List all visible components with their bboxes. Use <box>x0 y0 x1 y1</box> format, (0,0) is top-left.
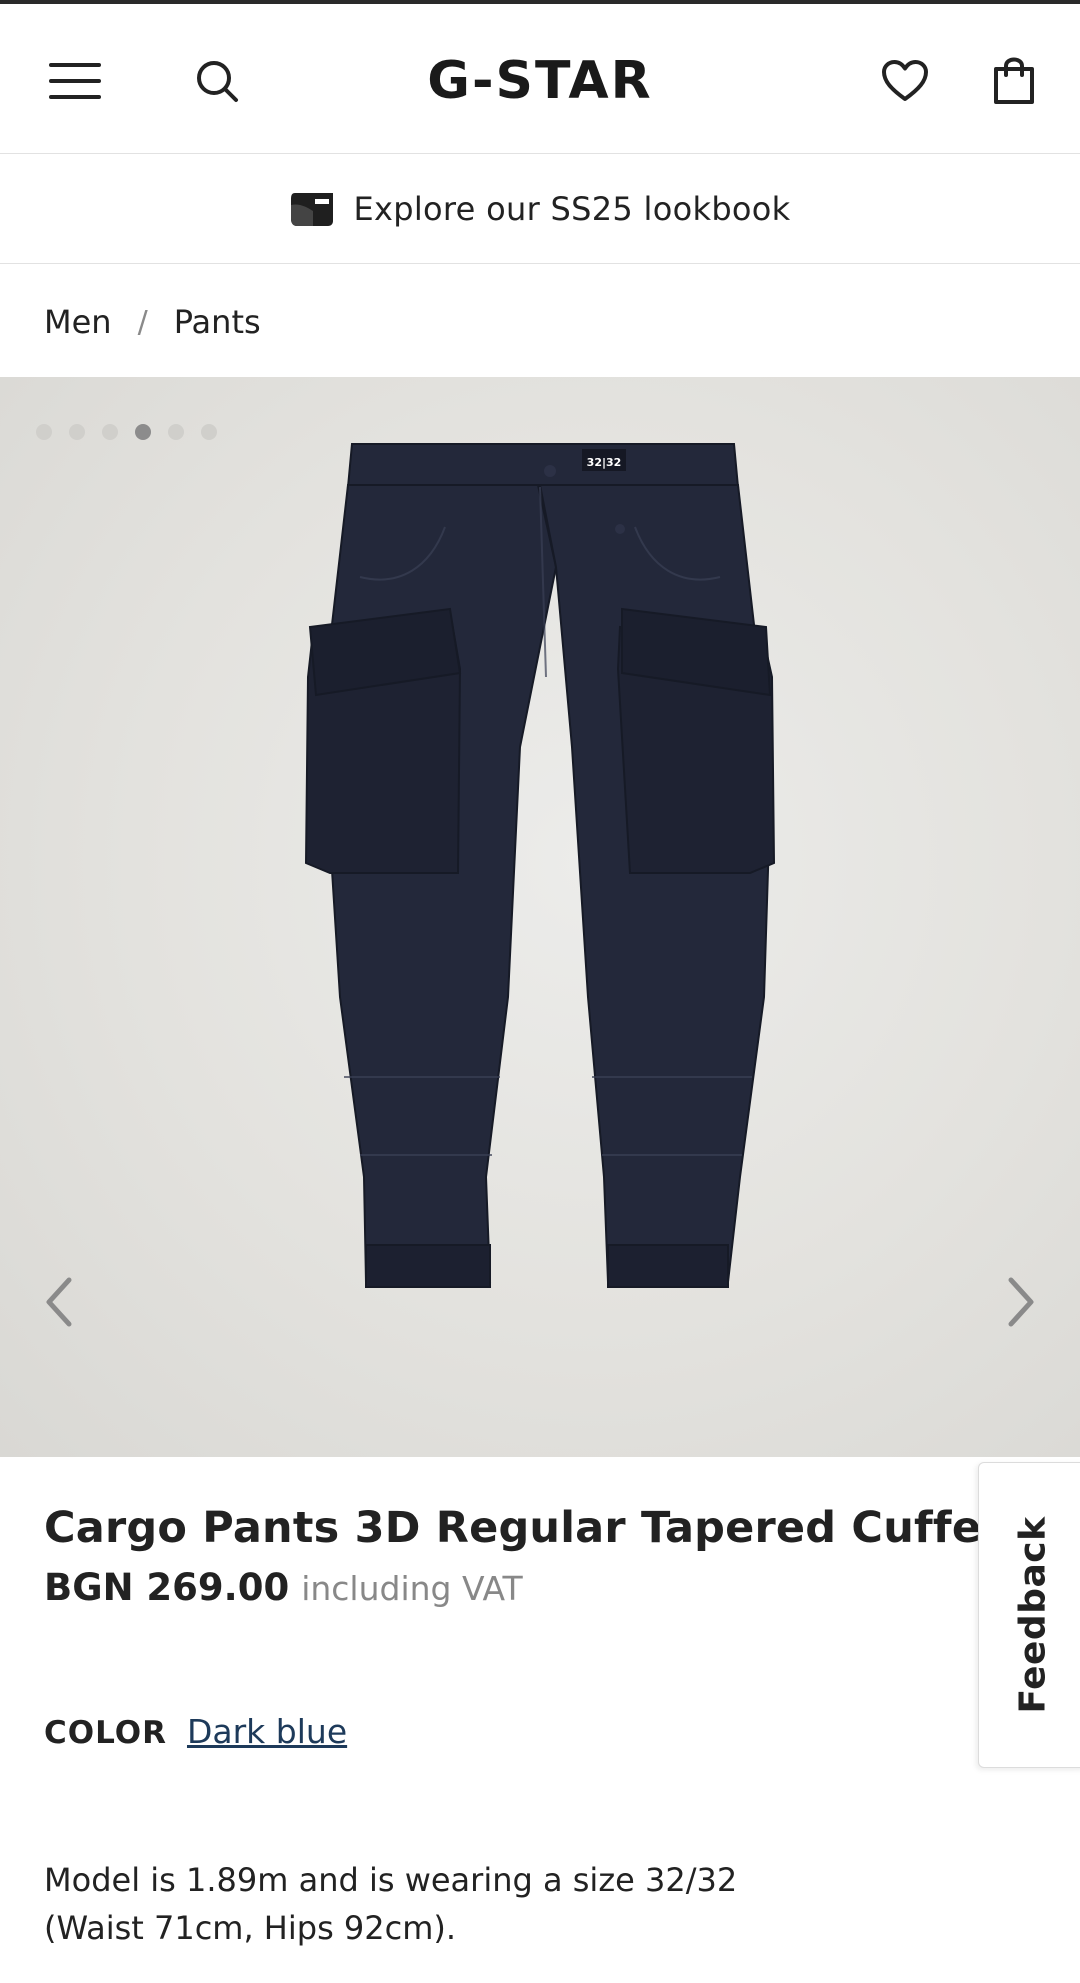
breadcrumb-men[interactable]: Men <box>44 303 112 341</box>
site-header: G-STAR <box>0 4 1080 154</box>
lookbook-banner[interactable]: Explore our SS25 lookbook <box>0 155 1080 264</box>
color-value-link[interactable]: Dark blue <box>187 1712 347 1751</box>
model-size-info: Model is 1.89m and is wearing a size 32/… <box>44 1856 944 1952</box>
breadcrumb: Men / Pants <box>44 298 261 346</box>
breadcrumb-pants[interactable]: Pants <box>174 303 261 341</box>
model-info-line-2: (Waist 71cm, Hips 92cm). <box>44 1909 457 1947</box>
vat-note: including VAT <box>301 1569 523 1608</box>
product-title: Cargo Pants 3D Regular Tapered Cuffed <box>44 1503 1013 1553</box>
chevron-left-icon[interactable] <box>34 1267 84 1337</box>
lookbook-link-text: Explore our SS25 lookbook <box>353 190 791 228</box>
color-selector: COLOR Dark blue <box>44 1712 347 1751</box>
shopping-bag-icon[interactable] <box>987 54 1041 108</box>
gallery-dot[interactable] <box>36 424 52 440</box>
brand-logo[interactable]: G-STAR <box>390 50 690 110</box>
gallery-dot[interactable] <box>201 424 217 440</box>
heart-icon[interactable] <box>878 54 932 108</box>
feedback-label: Feedback <box>1012 1516 1054 1714</box>
product-image: 32|32 <box>304 443 776 1288</box>
gallery-dot[interactable] <box>135 424 151 440</box>
feedback-tab[interactable]: Feedback <box>978 1462 1080 1768</box>
lookbook-card-icon <box>289 191 335 227</box>
logo-wordmark: G-STAR <box>427 51 652 110</box>
product-image-gallery[interactable]: 32|32 <box>0 377 1080 1457</box>
color-label: COLOR <box>44 1715 167 1751</box>
hamburger-menu-icon[interactable] <box>48 54 102 108</box>
gallery-dot[interactable] <box>69 424 85 440</box>
gallery-dot[interactable] <box>102 424 118 440</box>
gallery-dot[interactable] <box>168 424 184 440</box>
product-price: BGN 269.00 <box>44 1566 290 1609</box>
search-icon[interactable] <box>190 54 244 108</box>
waistband-size-label: 32|32 <box>587 456 622 469</box>
model-info-line-1: Model is 1.89m and is wearing a size 32/… <box>44 1861 738 1899</box>
breadcrumb-separator: / <box>137 304 148 340</box>
chevron-right-icon[interactable] <box>996 1267 1046 1337</box>
price-row: BGN 269.00 including VAT <box>44 1566 523 1609</box>
gallery-pagination-dots <box>36 424 217 440</box>
